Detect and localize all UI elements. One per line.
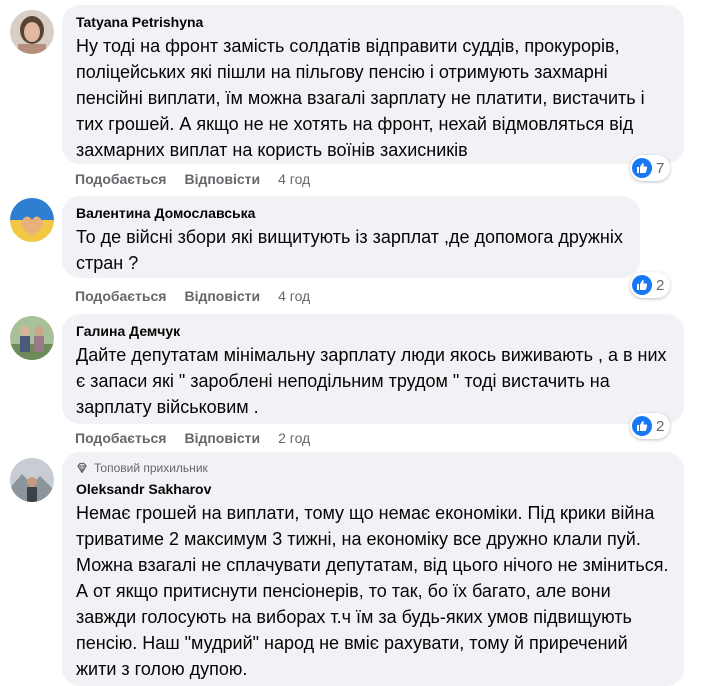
badge-label: Топовий прихильник — [94, 461, 208, 475]
comment: Tatyana Petrishyna Ну тоді на фронт замі… — [0, 0, 712, 200]
like-icon — [632, 275, 652, 295]
comment: Валентина Домославська То де війсні збор… — [0, 194, 712, 314]
like-icon — [632, 158, 652, 178]
like-icon — [632, 416, 652, 436]
comment-timestamp[interactable]: 4 год — [278, 170, 310, 188]
top-fan-badge: Топовий прихильник — [76, 460, 670, 476]
comment-actions: Подобається Відповісти 2 год — [75, 429, 310, 447]
comment-text: Немає грошей на виплати, тому що немає е… — [76, 503, 669, 679]
comment-bubble: Tatyana Petrishyna Ну тоді на фронт замі… — [62, 5, 684, 164]
reaction-count[interactable]: 7 — [630, 155, 671, 181]
comment-text: Дайте депутатам мінімальну зарплату люди… — [76, 345, 667, 417]
comment-author[interactable]: Oleksandr Sakharov — [76, 480, 670, 498]
comment: Галина Демчук Дайте депутатам мінімальну… — [0, 312, 712, 452]
comment-actions: Подобається Відповісти 4 год — [75, 170, 310, 188]
like-button[interactable]: Подобається — [75, 287, 166, 305]
comment-bubble: Галина Демчук Дайте депутатам мінімальну… — [62, 314, 684, 424]
comment-author[interactable]: Галина Демчук — [76, 322, 670, 340]
reply-button[interactable]: Відповісти — [184, 287, 260, 305]
avatar[interactable] — [10, 10, 54, 54]
comment-author[interactable]: Tatyana Petrishyna — [76, 13, 670, 31]
avatar[interactable] — [10, 198, 54, 242]
avatar[interactable] — [10, 458, 54, 502]
like-button[interactable]: Подобається — [75, 170, 166, 188]
reaction-number: 7 — [656, 159, 665, 177]
avatar[interactable] — [10, 316, 54, 360]
like-button[interactable]: Подобається — [75, 429, 166, 447]
reaction-number: 2 — [656, 417, 665, 435]
reaction-count[interactable]: 2 — [630, 413, 671, 439]
comment-timestamp[interactable]: 2 год — [278, 429, 310, 447]
reply-button[interactable]: Відповісти — [184, 170, 260, 188]
comment-bubble: Топовий прихильник Oleksandr Sakharov Не… — [62, 452, 684, 686]
comment-bubble: Валентина Домославська То де війсні збор… — [62, 196, 640, 278]
reply-button[interactable]: Відповісти — [184, 429, 260, 447]
comment: Топовий прихильник Oleksandr Sakharov Не… — [0, 452, 712, 686]
reaction-number: 2 — [656, 276, 665, 294]
comment-actions: Подобається Відповісти 4 год — [75, 287, 310, 305]
comment-timestamp[interactable]: 4 год — [278, 287, 310, 305]
comment-text: То де війсні збори які вищитують із зарп… — [76, 227, 623, 273]
reaction-count[interactable]: 2 — [630, 272, 671, 298]
diamond-icon — [77, 462, 87, 474]
comment-author[interactable]: Валентина Домославська — [76, 204, 626, 222]
comment-text: Ну тоді на фронт замість солдатів відпра… — [76, 36, 645, 160]
